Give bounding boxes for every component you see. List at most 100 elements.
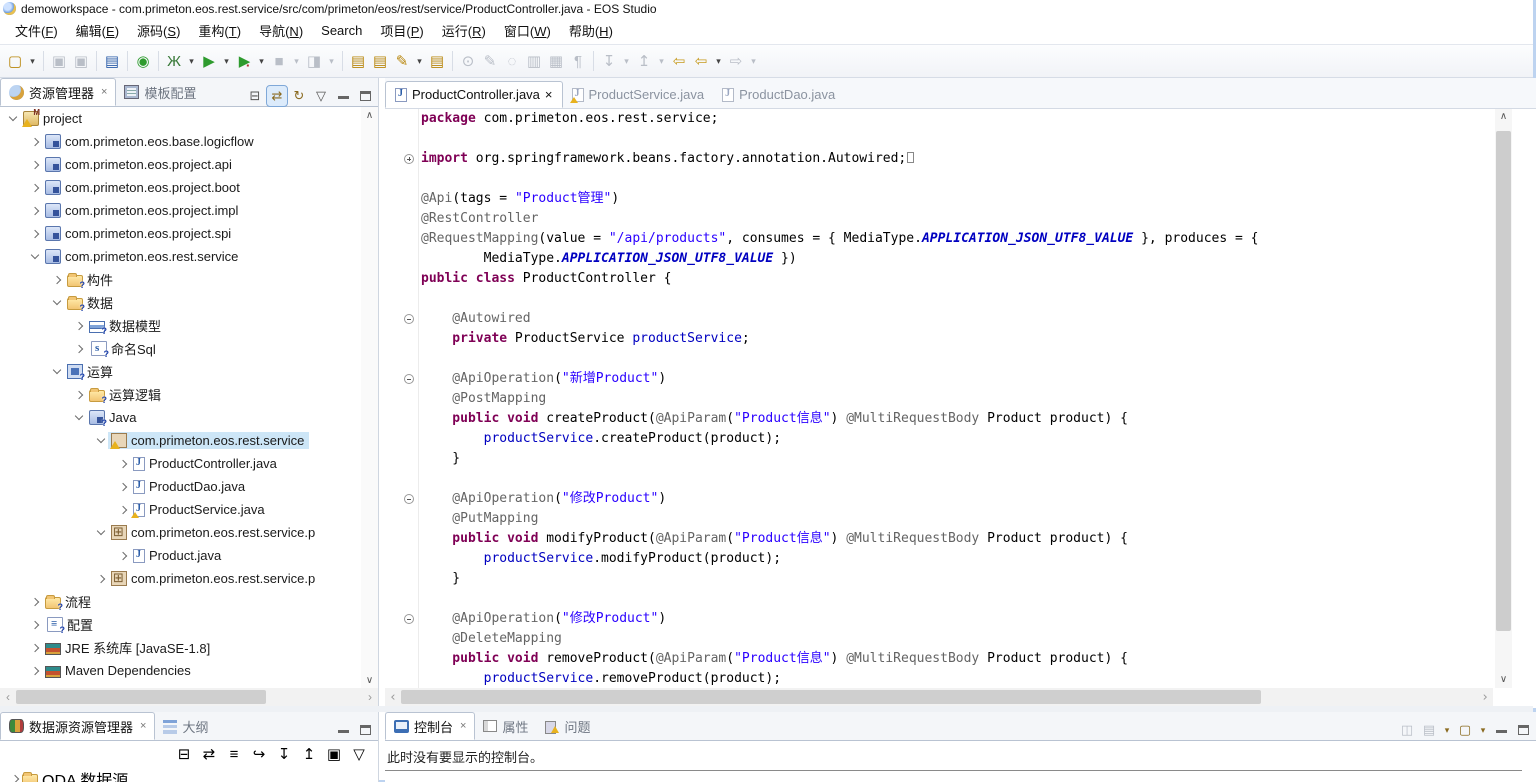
- run-dropdown[interactable]: ▾: [220, 49, 233, 73]
- link-with-editor-icon[interactable]: ⇄: [198, 742, 220, 766]
- tree-item-target[interactable]: 配置: [42, 614, 98, 635]
- menu-重构[interactable]: 重构(T): [189, 17, 250, 44]
- new-dropdown[interactable]: ▾: [26, 49, 39, 73]
- close-icon[interactable]: ×: [460, 720, 466, 732]
- expand-twisty-icon[interactable]: [28, 162, 42, 168]
- open-console-dropdown[interactable]: ▾: [1477, 720, 1489, 740]
- tree-item-target[interactable]: com.primeton.eos.project.spi: [42, 225, 236, 242]
- explorer-hscrollbar[interactable]: ‹ ›: [0, 688, 378, 706]
- minimize-icon[interactable]: [333, 86, 353, 106]
- tree-item[interactable]: com.primeton.eos.base.logicflow: [0, 130, 362, 153]
- tree-item-target[interactable]: com.primeton.eos.rest.service.p: [108, 524, 320, 541]
- scroll-left-icon[interactable]: ‹: [0, 690, 16, 704]
- new-wizard-icon[interactable]: ▢: [4, 49, 26, 73]
- open-resource-icon[interactable]: ▤: [347, 49, 369, 73]
- fold-expand-icon[interactable]: [404, 154, 414, 164]
- next-annotation-icon[interactable]: ↧: [598, 49, 620, 73]
- collapse-all-icon[interactable]: ⊟: [245, 86, 265, 106]
- save-icon[interactable]: ▣: [48, 49, 70, 73]
- tree-item[interactable]: 配置: [0, 613, 362, 636]
- expand-twisty-icon[interactable]: [28, 208, 42, 214]
- tree-item[interactable]: com.primeton.eos.project.api: [0, 153, 362, 176]
- tree-item[interactable]: project: [0, 107, 362, 130]
- display-console-dropdown[interactable]: ▾: [1441, 720, 1453, 740]
- tree-item[interactable]: JRE 系统库 [JavaSE-1.8]: [0, 636, 362, 659]
- tree-item[interactable]: ProductController.java: [0, 452, 362, 475]
- tree-item-target[interactable]: 数据模型: [86, 315, 166, 336]
- tree-item-target[interactable]: 数据: [64, 292, 118, 313]
- expand-twisty-icon[interactable]: [28, 231, 42, 237]
- menu-导航[interactable]: 导航(N): [250, 17, 312, 44]
- tree-item-target[interactable]: com.primeton.eos.rest.service.p: [108, 570, 320, 587]
- expand-twisty-icon[interactable]: [72, 346, 86, 352]
- editor-tab-ProductDao.java[interactable]: ProductDao.java: [713, 81, 844, 108]
- tree-item[interactable]: 流程: [0, 590, 362, 613]
- menu-Search[interactable]: Search: [312, 19, 371, 42]
- maximize-icon[interactable]: [355, 86, 375, 106]
- collapse-twisty-icon[interactable]: [94, 439, 108, 442]
- expand-twisty-icon[interactable]: [50, 277, 64, 283]
- menu-编辑[interactable]: 编辑(E): [67, 17, 128, 44]
- open-type-icon[interactable]: ▤: [369, 49, 391, 73]
- minimize-icon[interactable]: [333, 720, 353, 740]
- tree-item-target[interactable]: 流程: [42, 591, 96, 612]
- expand-twisty-icon[interactable]: [72, 392, 86, 398]
- scroll-up-icon[interactable]: ∧: [1495, 109, 1512, 125]
- explorer-tab-资源管理器[interactable]: 资源管理器×: [0, 78, 116, 106]
- editor-tab-ProductController.java[interactable]: ProductController.java×: [385, 81, 563, 108]
- annotations-icon[interactable]: ◌: [501, 49, 523, 73]
- expand-twisty-icon[interactable]: [72, 323, 86, 329]
- tree-item[interactable]: Maven Dependencies: [0, 659, 362, 682]
- tree-item-target[interactable]: Java: [86, 409, 141, 426]
- tree-item-oda[interactable]: ODA 数据源: [0, 767, 378, 782]
- last-edit-location-icon[interactable]: ⇦: [668, 49, 690, 73]
- next-edit-icon[interactable]: ▥: [523, 49, 545, 73]
- back-icon[interactable]: ⇦: [690, 49, 712, 73]
- tree-item-target[interactable]: Product.java: [130, 547, 226, 564]
- run-icon[interactable]: ▶: [198, 49, 220, 73]
- forward-dropdown[interactable]: ▾: [747, 49, 760, 73]
- tree-item[interactable]: 命名Sql: [0, 337, 362, 360]
- hscroll-thumb[interactable]: [401, 690, 1261, 704]
- explorer-tab-模板配置[interactable]: 模板配置: [116, 78, 205, 106]
- open-console-icon[interactable]: ▢: [1455, 720, 1475, 740]
- tree-item[interactable]: 运算逻辑: [0, 383, 362, 406]
- tree-item[interactable]: com.primeton.eos.project.spi: [0, 222, 362, 245]
- expand-twisty-icon[interactable]: [28, 622, 42, 628]
- stop-icon[interactable]: ■: [268, 49, 290, 73]
- fold-collapse-icon[interactable]: [404, 494, 414, 504]
- collapse-twisty-icon[interactable]: [6, 117, 20, 120]
- tree-item-target[interactable]: project: [20, 110, 87, 127]
- run-config-dropdown[interactable]: ▾: [255, 49, 268, 73]
- editor-hscrollbar[interactable]: ‹ ›: [385, 688, 1493, 706]
- expand-twisty-icon[interactable]: [28, 668, 42, 674]
- tree-item-target[interactable]: com.primeton.eos.project.boot: [42, 179, 245, 196]
- console-view-icon[interactable]: ▤: [101, 49, 123, 73]
- save-icon[interactable]: ▣: [323, 742, 345, 766]
- expand-twisty-icon[interactable]: [116, 484, 130, 490]
- connect-icon[interactable]: ↪: [248, 742, 270, 766]
- collapse-twisty-icon[interactable]: [94, 531, 108, 534]
- scroll-left-icon[interactable]: ‹: [385, 690, 401, 705]
- console-tab-属性[interactable]: 属性: [475, 712, 537, 740]
- export-icon[interactable]: ↥: [298, 742, 320, 766]
- hscroll-thumb[interactable]: [16, 690, 266, 704]
- brush-dropdown[interactable]: ▾: [413, 49, 426, 73]
- tree-item[interactable]: 构件: [0, 268, 362, 291]
- console-tab-控制台[interactable]: 控制台×: [385, 712, 475, 740]
- console-tab-问题[interactable]: 问题: [537, 712, 599, 740]
- back-dropdown[interactable]: ▾: [712, 49, 725, 73]
- collapse-all-icon[interactable]: ⊟: [173, 742, 195, 766]
- show-whitespace-icon[interactable]: ¶: [567, 49, 589, 73]
- debug-icon[interactable]: Ж: [163, 49, 185, 73]
- link-with-editor-icon[interactable]: ⇄: [267, 86, 287, 106]
- datasource-tab-数据源资源管理器[interactable]: 数据源资源管理器×: [0, 712, 155, 740]
- tree-item[interactable]: ProductService.java: [0, 498, 362, 521]
- collapse-twisty-icon[interactable]: [28, 255, 42, 258]
- collapse-twisty-icon[interactable]: [50, 301, 64, 304]
- fold-collapse-icon[interactable]: [404, 314, 414, 324]
- expand-twisty-icon[interactable]: [116, 507, 130, 513]
- tree-item-target[interactable]: 构件: [64, 269, 118, 290]
- import-icon[interactable]: ↧: [273, 742, 295, 766]
- tree-item-target[interactable]: 命名Sql: [86, 338, 161, 359]
